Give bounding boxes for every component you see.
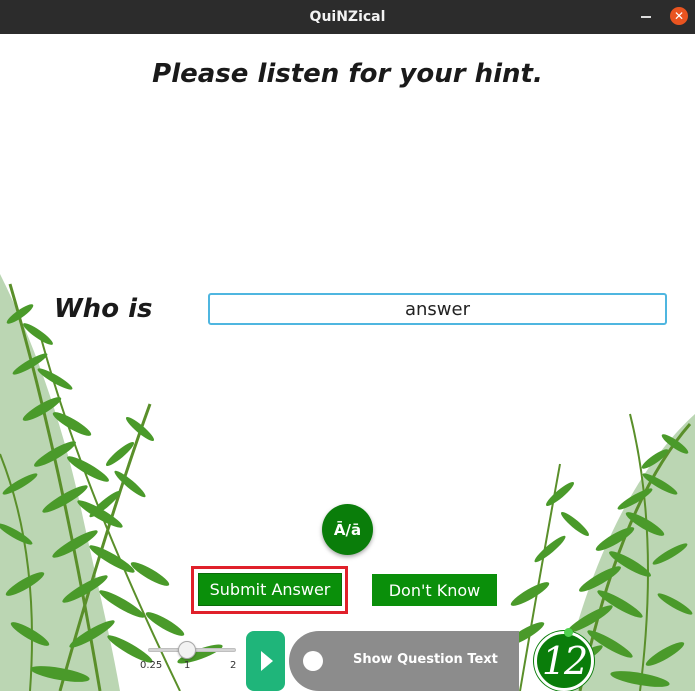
answer-prefix-label: Who is <box>54 294 153 324</box>
slider-tick-min: 0.25 <box>140 660 163 671</box>
answer-input[interactable] <box>208 293 667 325</box>
right-fern-icon <box>505 413 695 691</box>
close-button[interactable]: ✕ <box>670 7 688 25</box>
speed-slider[interactable]: 0.25 1 2 <box>140 634 245 674</box>
toggle-knob[interactable] <box>303 651 323 671</box>
submit-answer-button[interactable]: Submit Answer <box>198 573 342 606</box>
left-fern-icon <box>0 274 223 691</box>
app-window: QuiNZical ✕ Please listen for your hint.… <box>0 0 695 691</box>
timer-indicator-dot <box>564 628 573 637</box>
show-question-toggle[interactable]: Show Question Text <box>289 631 519 691</box>
timer-value: 12 <box>541 639 588 683</box>
title-bar: QuiNZical ✕ <box>0 0 695 34</box>
countdown-timer: 12 <box>534 631 594 691</box>
hint-heading: Please listen for your hint. <box>152 59 543 89</box>
minimize-icon <box>641 16 651 18</box>
macron-button[interactable]: Ā/ā <box>322 504 373 555</box>
play-icon <box>261 651 273 671</box>
minimize-button[interactable] <box>638 9 654 25</box>
slider-thumb[interactable] <box>178 641 196 659</box>
play-button[interactable] <box>246 631 285 691</box>
slider-tick-mid: 1 <box>184 660 191 671</box>
dont-know-button[interactable]: Don't Know <box>372 574 497 606</box>
window-title: QuiNZical <box>309 9 386 25</box>
main-content: Please listen for your hint. Who is Ā/ā … <box>0 34 695 691</box>
slider-tick-max: 2 <box>230 660 237 671</box>
toggle-label: Show Question Text <box>353 652 498 667</box>
